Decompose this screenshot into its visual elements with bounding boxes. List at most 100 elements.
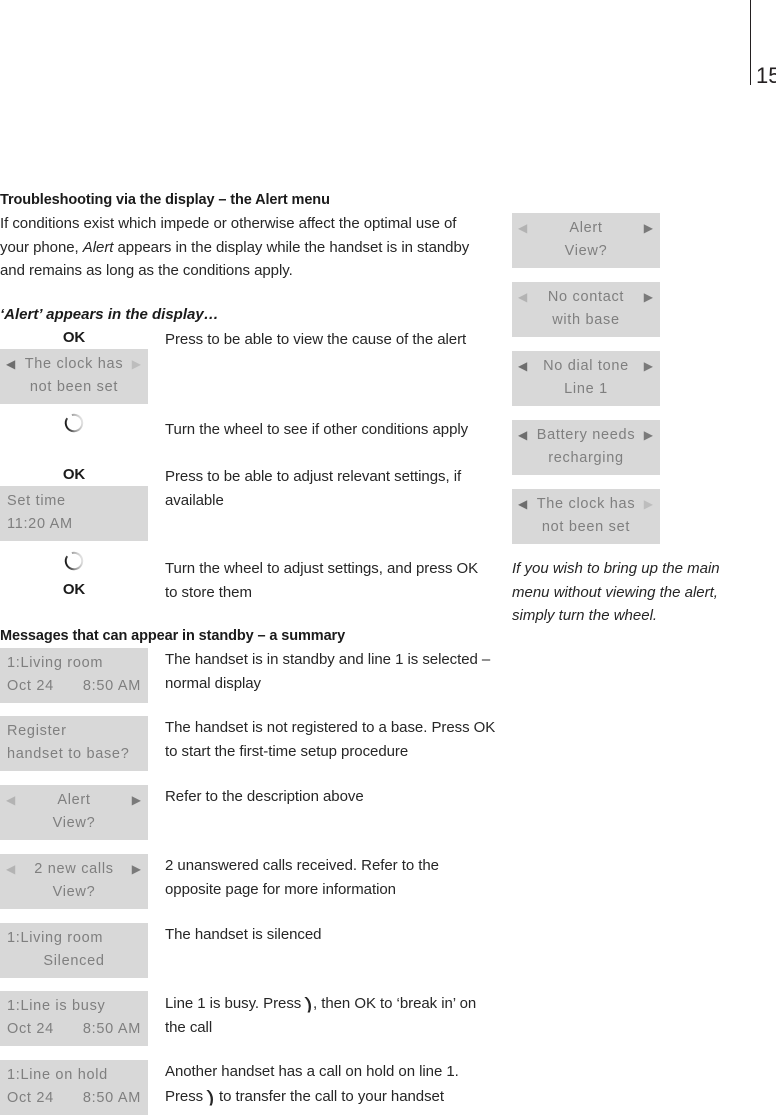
lcd-text-1: 2 new calls [34, 861, 114, 877]
lcd-line-1: ◀ The clock has ▶ [512, 493, 660, 516]
page-header-rule [750, 0, 751, 85]
left-arrow-icon: ◀ [518, 428, 528, 442]
step-3-line-2: available [165, 491, 224, 509]
row-2-description: The handset is not registered to a base.… [165, 716, 510, 763]
lcd-text-1: Battery needs [536, 427, 636, 443]
left-arrow-icon: ◀ [518, 359, 528, 373]
right-arrow-icon: ▶ [131, 793, 141, 807]
paragraph-line-2-post: appears in the display while the handset… [113, 238, 470, 256]
left-arrow-icon: ◀ [6, 862, 16, 876]
talk-key-icon: ( [306, 994, 312, 1013]
row-3-description: Refer to the description above [165, 788, 364, 805]
lcd-line-1: ◀ No dial tone ▶ [512, 355, 660, 378]
step-3-description: Press to be able to adjust relevant sett… [165, 465, 510, 512]
step-1-key-label: OK [62, 329, 86, 346]
wheel-icon-svg-2 [64, 551, 84, 571]
side-note-line-3: simply turn the wheel. [512, 607, 658, 624]
lcd-clock-not-set-right: ◀ The clock has ▶ not been set [512, 489, 660, 544]
section-1-heading: Troubleshooting via the display – the Al… [0, 192, 330, 208]
section-1-subheading: ‘Alert’ appears in the display… [0, 306, 219, 323]
step-3-key-label: OK [62, 466, 86, 483]
right-arrow-icon: ▶ [131, 862, 141, 876]
side-note-line-2: menu without viewing the alert, [512, 583, 718, 601]
lcd-line-1: ◀ Battery needs ▶ [512, 424, 660, 447]
row-7-line-1: Another handset has a call on hold on li… [165, 1063, 459, 1080]
lcd-text-2: not been set [541, 519, 631, 535]
lcd-text-1: No dial tone [543, 358, 629, 374]
right-arrow-icon: ▶ [643, 290, 653, 304]
lcd-line-on-hold: 1:Line on hold Oct 24 8:50 AM [0, 1060, 148, 1115]
row-1-description: The handset is in standby and line 1 is … [165, 648, 505, 695]
right-arrow-icon: ▶ [643, 359, 653, 373]
lcd-time: 8:50 AM [82, 1021, 141, 1037]
lcd-text-2: Line 1 [564, 381, 608, 397]
lcd-text-1: 1:Line is busy [7, 998, 106, 1014]
row-4-line-1: 2 unanswered calls received. Refer to th… [165, 857, 439, 874]
row-5-description: The handset is silenced [165, 926, 322, 943]
wheel-icon [63, 412, 85, 434]
lcd-text-1: Register [7, 723, 67, 739]
right-arrow-icon: ▶ [131, 357, 141, 371]
side-note-line-1: If you wish to bring up the main [512, 560, 720, 577]
lcd-line-2: not been set [29, 379, 119, 395]
paragraph-line-2-pre: your phone, [0, 238, 83, 256]
right-arrow-icon: ▶ [643, 428, 653, 442]
lcd-line-1: ◀ Alert ▶ [0, 789, 148, 812]
step-4-line-1: Turn the wheel to adjust settings, and p… [165, 560, 479, 577]
left-arrow-icon: ◀ [518, 221, 528, 235]
talk-key-icon-2: ( [208, 1086, 214, 1106]
right-arrow-icon: ▶ [643, 497, 653, 511]
left-arrow-icon: ◀ [518, 497, 528, 511]
right-arrow-icon: ▶ [643, 221, 653, 235]
row-4-line-2: opposite page for more information [165, 880, 396, 898]
section-1-paragraph: If conditions exist which impede or othe… [0, 212, 500, 283]
lcd-silenced: 1:Living room Silenced [0, 923, 148, 978]
lcd-text-1: 1:Living room [7, 930, 104, 946]
lcd-standby-living-room: 1:Living room Oct 24 8:50 AM [0, 648, 148, 703]
step-3-line-1: Press to be able to adjust relevant sett… [165, 468, 462, 485]
alert-emphasis: Alert [82, 238, 114, 256]
lcd-text-2: with base [552, 312, 620, 328]
lcd-text-1: The clock has [536, 496, 636, 512]
lcd-standby-alert: ◀ Alert ▶ View? [0, 785, 148, 840]
lcd-battery-recharge: ◀ Battery needs ▶ recharging [512, 420, 660, 475]
row-7-line-2-post: to transfer the call to your handset [214, 1087, 444, 1105]
lcd-alert-view: ◀ Alert ▶ View? [512, 213, 660, 268]
row-1-line-1: The handset is in standby and line 1 is … [165, 651, 491, 668]
lcd-text-2: recharging [548, 450, 624, 466]
left-arrow-icon: ◀ [6, 357, 16, 371]
row-4-description: 2 unanswered calls received. Refer to th… [165, 854, 505, 901]
lcd-text-2: 11:20 AM [7, 516, 73, 532]
row-7-line-2-pre: Press [165, 1087, 208, 1105]
row-7-description: Another handset has a call on hold on li… [165, 1060, 510, 1108]
lcd-text-1: Alert [57, 792, 91, 808]
lcd-text-1: Alert [569, 220, 603, 236]
wheel-icon-2 [63, 550, 85, 572]
step-1-description: Press to be able to view the cause of th… [165, 331, 467, 348]
lcd-line-busy: 1:Line is busy Oct 24 8:50 AM [0, 991, 148, 1046]
step-4-key-label: OK [62, 581, 86, 598]
lcd-text-1: 1:Line on hold [7, 1067, 108, 1083]
lcd-date: Oct 24 [7, 678, 54, 694]
row-6-line-1-post: , then OK to ‘break in’ on [312, 995, 477, 1012]
lcd-line-2: Oct 24 8:50 AM [0, 1018, 148, 1041]
lcd-text-2: Silenced [43, 953, 105, 969]
lcd-line-1: ◀ The clock has ▶ [0, 353, 148, 376]
paragraph-line-1: If conditions exist which impede or othe… [0, 215, 457, 232]
lcd-register-handset: Register handset to base? [0, 716, 148, 771]
lcd-line-1: ◀ 2 new calls ▶ [0, 858, 148, 881]
left-arrow-icon: ◀ [518, 290, 528, 304]
lcd-time: 8:50 AM [82, 678, 141, 694]
lcd-text-2: View? [52, 815, 96, 831]
lcd-no-contact: ◀ No contact ▶ with base [512, 282, 660, 337]
lcd-line-2: Oct 24 8:50 AM [0, 675, 148, 698]
lcd-date: Oct 24 [7, 1090, 54, 1106]
lcd-time: 8:50 AM [82, 1090, 141, 1106]
row-6-line-1-pre: Line 1 is busy. Press [165, 995, 306, 1012]
lcd-no-dial-tone: ◀ No dial tone ▶ Line 1 [512, 351, 660, 406]
row-2-line-2: to start the first-time setup procedure [165, 742, 409, 760]
lcd-line-2: Oct 24 8:50 AM [0, 1087, 148, 1110]
row-6-description: Line 1 is busy. Press (, then OK to ‘bre… [165, 991, 510, 1039]
step-2-description: Turn the wheel to see if other condition… [165, 421, 469, 438]
lcd-line-1: ◀ No contact ▶ [512, 286, 660, 309]
